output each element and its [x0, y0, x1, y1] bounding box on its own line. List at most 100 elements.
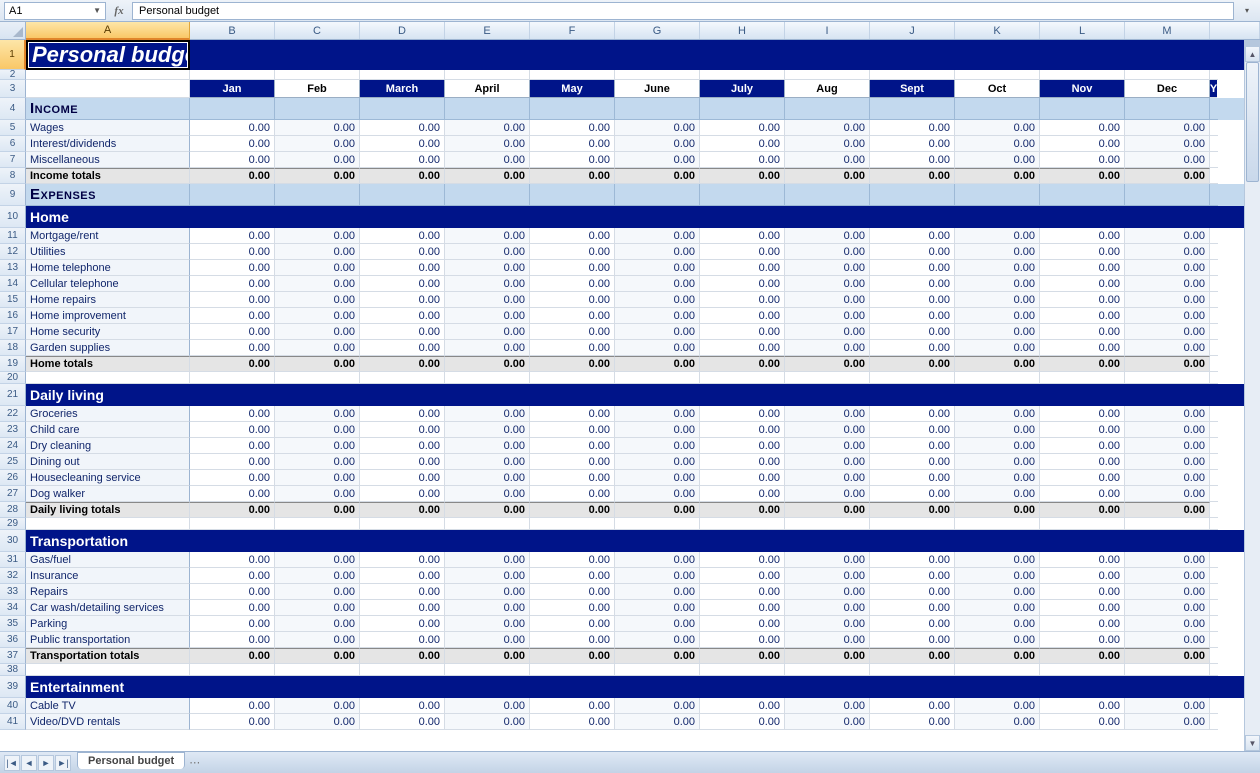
data-cell[interactable]: 0.00 — [445, 502, 530, 518]
data-cell[interactable]: 0.00 — [785, 292, 870, 308]
data-cell[interactable]: 0.00 — [275, 648, 360, 664]
cell[interactable] — [1210, 40, 1218, 70]
data-cell[interactable]: 0.00 — [1125, 356, 1210, 372]
cell[interactable] — [1040, 98, 1125, 120]
data-cell[interactable]: 0.00 — [360, 584, 445, 600]
cell[interactable] — [615, 676, 700, 698]
data-cell[interactable]: 0.00 — [190, 308, 275, 324]
section-label[interactable]: Income — [26, 98, 190, 120]
row-label[interactable]: Dog walker — [26, 486, 190, 502]
data-cell[interactable]: 0.00 — [275, 454, 360, 470]
data-cell[interactable]: 0.00 — [785, 324, 870, 340]
data-cell[interactable]: 0.00 — [870, 406, 955, 422]
fx-icon[interactable]: fx — [110, 2, 128, 20]
data-cell[interactable]: 0.00 — [785, 648, 870, 664]
data-cell[interactable]: 0.00 — [785, 714, 870, 730]
cell[interactable] — [700, 98, 785, 120]
formula-expand-icon[interactable]: ▾ — [1238, 6, 1256, 15]
data-cell[interactable]: 0.00 — [1125, 276, 1210, 292]
data-cell[interactable]: 0.00 — [530, 120, 615, 136]
data-cell[interactable]: 0.00 — [870, 616, 955, 632]
cell[interactable] — [1210, 648, 1218, 664]
data-cell[interactable]: 0.00 — [870, 292, 955, 308]
cell[interactable] — [1210, 616, 1218, 632]
cell[interactable] — [1210, 530, 1218, 552]
category-label[interactable]: Daily living — [26, 384, 190, 406]
cell[interactable] — [1210, 632, 1218, 648]
data-cell[interactable]: 0.00 — [1040, 244, 1125, 260]
cell[interactable] — [1210, 676, 1218, 698]
cell[interactable] — [1210, 206, 1218, 228]
cell[interactable] — [190, 40, 275, 70]
cell[interactable] — [360, 384, 445, 406]
cell[interactable] — [955, 530, 1040, 552]
data-cell[interactable]: 0.00 — [1125, 244, 1210, 260]
data-cell[interactable]: 0.00 — [275, 470, 360, 486]
data-cell[interactable]: 0.00 — [615, 340, 700, 356]
cell[interactable] — [700, 676, 785, 698]
row-label[interactable]: Gas/fuel — [26, 552, 190, 568]
data-cell[interactable]: 0.00 — [530, 356, 615, 372]
cell[interactable] — [1210, 340, 1218, 356]
data-cell[interactable]: 0.00 — [360, 340, 445, 356]
col-header-G[interactable]: G — [615, 22, 700, 39]
row-header[interactable]: 28 — [0, 502, 26, 518]
data-cell[interactable]: 0.00 — [360, 648, 445, 664]
cell[interactable] — [700, 40, 785, 70]
data-cell[interactable]: 0.00 — [785, 308, 870, 324]
data-cell[interactable]: 0.00 — [530, 632, 615, 648]
cell[interactable] — [26, 372, 190, 384]
row-header[interactable]: 32 — [0, 568, 26, 584]
data-cell[interactable]: 0.00 — [530, 454, 615, 470]
data-cell[interactable]: 0.00 — [700, 260, 785, 276]
data-cell[interactable]: 0.00 — [785, 340, 870, 356]
data-cell[interactable]: 0.00 — [615, 406, 700, 422]
cell[interactable] — [190, 530, 275, 552]
data-cell[interactable]: 0.00 — [1125, 568, 1210, 584]
cell[interactable] — [26, 664, 190, 676]
data-cell[interactable]: 0.00 — [615, 260, 700, 276]
data-cell[interactable]: 0.00 — [190, 152, 275, 168]
name-box[interactable]: A1 ▼ — [4, 2, 106, 20]
cell[interactable] — [785, 676, 870, 698]
data-cell[interactable]: 0.00 — [275, 502, 360, 518]
data-cell[interactable]: 0.00 — [1125, 502, 1210, 518]
row-header[interactable]: 40 — [0, 698, 26, 714]
cell[interactable] — [870, 518, 955, 530]
cell[interactable] — [190, 372, 275, 384]
row-header[interactable]: 27 — [0, 486, 26, 502]
cell[interactable] — [955, 70, 1040, 80]
row-header[interactable]: 14 — [0, 276, 26, 292]
row-header[interactable]: 6 — [0, 136, 26, 152]
data-cell[interactable]: 0.00 — [1040, 552, 1125, 568]
data-cell[interactable]: 0.00 — [1040, 714, 1125, 730]
data-cell[interactable]: 0.00 — [870, 136, 955, 152]
data-cell[interactable]: 0.00 — [700, 168, 785, 184]
data-cell[interactable]: 0.00 — [700, 454, 785, 470]
data-cell[interactable]: 0.00 — [360, 244, 445, 260]
cell[interactable] — [190, 98, 275, 120]
data-cell[interactable]: 0.00 — [955, 406, 1040, 422]
data-cell[interactable]: 0.00 — [530, 422, 615, 438]
cell[interactable] — [275, 206, 360, 228]
data-cell[interactable]: 0.00 — [190, 568, 275, 584]
data-cell[interactable]: 0.00 — [1125, 648, 1210, 664]
data-cell[interactable]: 0.00 — [1125, 422, 1210, 438]
data-cell[interactable]: 0.00 — [1125, 470, 1210, 486]
row-label[interactable]: Child care — [26, 422, 190, 438]
cell[interactable] — [26, 80, 190, 98]
data-cell[interactable]: 0.00 — [955, 616, 1040, 632]
row-label[interactable]: Insurance — [26, 568, 190, 584]
data-cell[interactable]: 0.00 — [360, 600, 445, 616]
cell[interactable] — [1210, 292, 1218, 308]
cell[interactable] — [190, 206, 275, 228]
data-cell[interactable]: 0.00 — [190, 422, 275, 438]
data-cell[interactable]: 0.00 — [1040, 600, 1125, 616]
data-cell[interactable]: 0.00 — [360, 228, 445, 244]
data-cell[interactable]: 0.00 — [360, 568, 445, 584]
cell[interactable] — [955, 184, 1040, 206]
data-cell[interactable]: 0.00 — [190, 648, 275, 664]
data-cell[interactable]: 0.00 — [445, 228, 530, 244]
cell[interactable] — [1210, 518, 1218, 530]
data-cell[interactable]: 0.00 — [700, 422, 785, 438]
